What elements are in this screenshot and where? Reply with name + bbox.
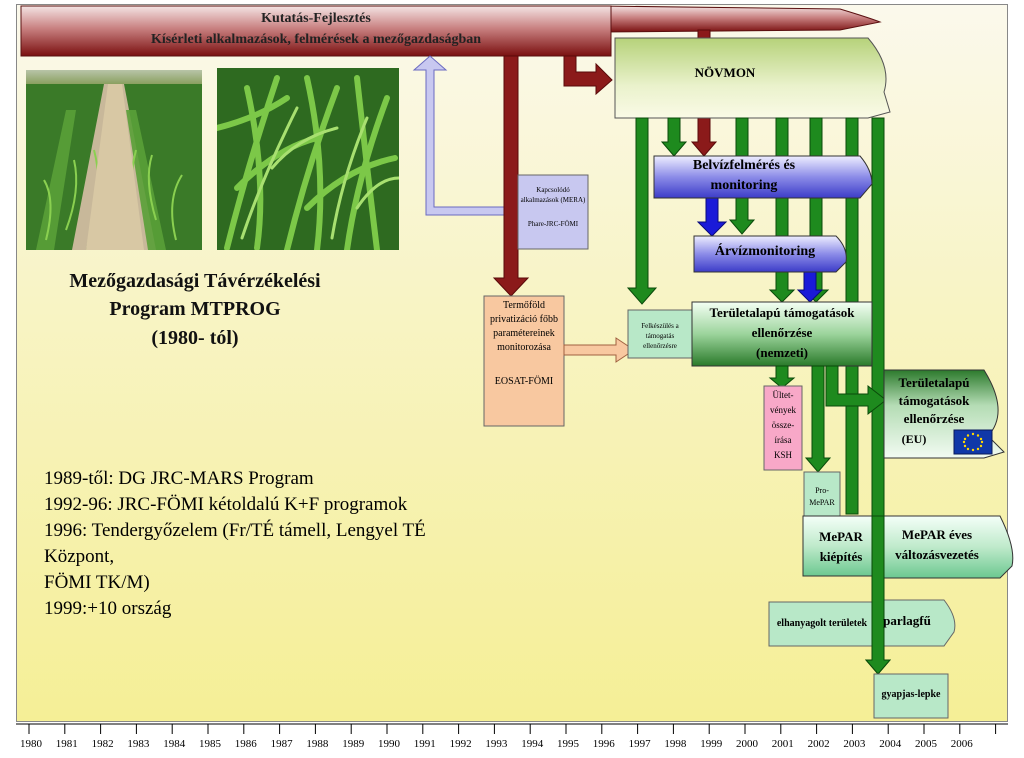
felkeszules-line2: támogatás	[645, 332, 675, 340]
green-arrow-felkeszules	[626, 117, 658, 305]
ultetvenyek-line1: Ültet-	[772, 390, 794, 400]
green-arrow-belviz-1	[660, 117, 688, 157]
timeline-year: 1984	[163, 738, 186, 750]
mera-line1: Kapcsolódó	[536, 186, 570, 194]
timeline-year: 2004	[879, 738, 902, 750]
timeline-year: 1994	[521, 738, 544, 750]
history-line-3: 1996: Tendergyőzelem (Fr/TÉ támell, Leng…	[44, 520, 426, 541]
timeline-year: 1999	[700, 738, 723, 750]
timeline-year: 1981	[55, 738, 78, 750]
felkeszules-line1: Felkészülés a	[641, 322, 679, 330]
timeline-year: 1995	[557, 738, 579, 750]
eu-line2: támogatások	[898, 393, 970, 408]
timeline-year: 1987	[270, 738, 293, 750]
termofold-line4: monitorozása	[497, 342, 551, 353]
banner-subtitle: Kísérleti alkalmazások, felmérések a mez…	[150, 32, 482, 47]
timeline-year: 2005	[915, 738, 937, 750]
arviz-label: Árvízmonitoring	[714, 244, 816, 259]
diagram-canvas: Kutatás-Fejlesztés Kísérleti alkalmazáso…	[0, 0, 1024, 758]
timeline-year: 1993	[485, 738, 508, 750]
parlagfu-label: parlagfű	[883, 613, 931, 628]
timeline-year: 1986	[234, 738, 257, 750]
mera-line2: alkalmazások (MERA)	[520, 196, 586, 204]
program-title-line1: Mezőgazdasági Távérzékelési	[69, 270, 321, 292]
mepar-eves-line2: változásvezetés	[895, 547, 979, 562]
timeline-year: 1983	[127, 738, 150, 750]
mepar-eves-line1: MePAR éves	[901, 527, 973, 542]
mera-line3: Phare-JRC-FÖMI	[527, 220, 579, 228]
timeline-year: 1989	[342, 738, 365, 750]
history-line-5: FÖMI TK/M)	[44, 572, 150, 593]
timeline-year: 1982	[91, 738, 114, 750]
gyapjas-label: gyapjas-lepke	[881, 689, 941, 700]
belviz-line2: monitoring	[710, 178, 778, 193]
history-line-2: 1992-96: JRC-FÖMI kétoldalú K+F programo…	[44, 494, 408, 515]
program-title-line3: (1980- tól)	[151, 327, 239, 349]
timeline-year: 2001	[771, 738, 794, 750]
termofold-line5: EOSAT-FÖMI	[494, 376, 554, 387]
ultetvenyek-line2: vények	[770, 405, 796, 415]
program-title-line2: Program MTPROG	[109, 298, 281, 320]
nemzeti-line2: ellenőrzése	[751, 325, 813, 340]
timeline: 1980 1981 1982 1983 1984 1985 1986 1987 1988 1989…	[16, 722, 1008, 758]
timeline-year: 1988	[306, 738, 329, 750]
nemzeti-line3: (nemzeti)	[756, 345, 808, 360]
eu-line4: (EU)	[901, 432, 927, 446]
corn-field-photo	[26, 70, 202, 250]
mepar-kiepites-box	[802, 515, 880, 577]
timeline-year: 2002	[807, 738, 830, 750]
timeline-year: 1980	[20, 738, 42, 750]
elhanyagolt-label: elhanyagolt területek	[776, 618, 868, 629]
termofold-line2: privatizáció főbb	[489, 314, 559, 325]
timeline-axis	[16, 723, 1008, 734]
history-line-6: 1999:+10 ország	[44, 598, 172, 619]
history-line-4: Központ,	[44, 546, 115, 567]
timeline-year: 2006	[950, 738, 973, 750]
wheat-field-photo	[217, 68, 399, 250]
timeline-year: 1996	[592, 738, 615, 750]
peach-arrow	[563, 337, 635, 363]
timeline-year: 1985	[199, 738, 221, 750]
termofold-line3: paramétereinek	[493, 328, 555, 339]
green-arrow-ultetvenyek	[768, 365, 796, 389]
banner-title: Kutatás-Fejlesztés	[261, 11, 371, 26]
felkeszules-line3: ellenőrzésre	[643, 342, 677, 350]
timeline-year: 1991	[413, 738, 436, 750]
mepar-kiepites-line2: kiépítés	[819, 549, 863, 564]
ultetvenyek-line4: írása	[774, 435, 792, 445]
green-arrow-teruletalapu	[768, 117, 796, 303]
mera-up-arrow	[412, 55, 519, 216]
eu-line1: Területalapú	[898, 375, 970, 390]
promepar-line2: MePAR	[809, 498, 835, 507]
timeline-year: 1992	[449, 738, 472, 750]
mepar-kiepites-line1: MePAR	[819, 529, 863, 544]
nemzeti-line1: Területalapú támogatások	[709, 305, 855, 320]
timeline-year: 1990	[378, 738, 400, 750]
timeline-year: 1998	[664, 738, 687, 750]
red-arrow-novmon	[563, 55, 613, 96]
promepar-line1: Pro-	[815, 486, 829, 495]
belviz-line1: Belvízfelmérés és	[692, 158, 796, 173]
eu-line3: ellenőrzése	[903, 411, 965, 426]
timeline-year: 1997	[628, 738, 651, 750]
history-line-1: 1989-től: DG JRC-MARS Program	[44, 468, 314, 489]
novmon-label: NÖVMON	[694, 65, 756, 80]
ultetvenyek-line5: KSH	[773, 450, 792, 460]
ultetvenyek-line3: össze-	[771, 420, 795, 430]
timeline-year: 2000	[736, 738, 758, 750]
termofold-line1: Termőföld	[502, 300, 546, 311]
banner-tail	[599, 5, 882, 33]
timeline-year: 2003	[843, 738, 866, 750]
blue-arrow-arviz	[696, 197, 728, 237]
